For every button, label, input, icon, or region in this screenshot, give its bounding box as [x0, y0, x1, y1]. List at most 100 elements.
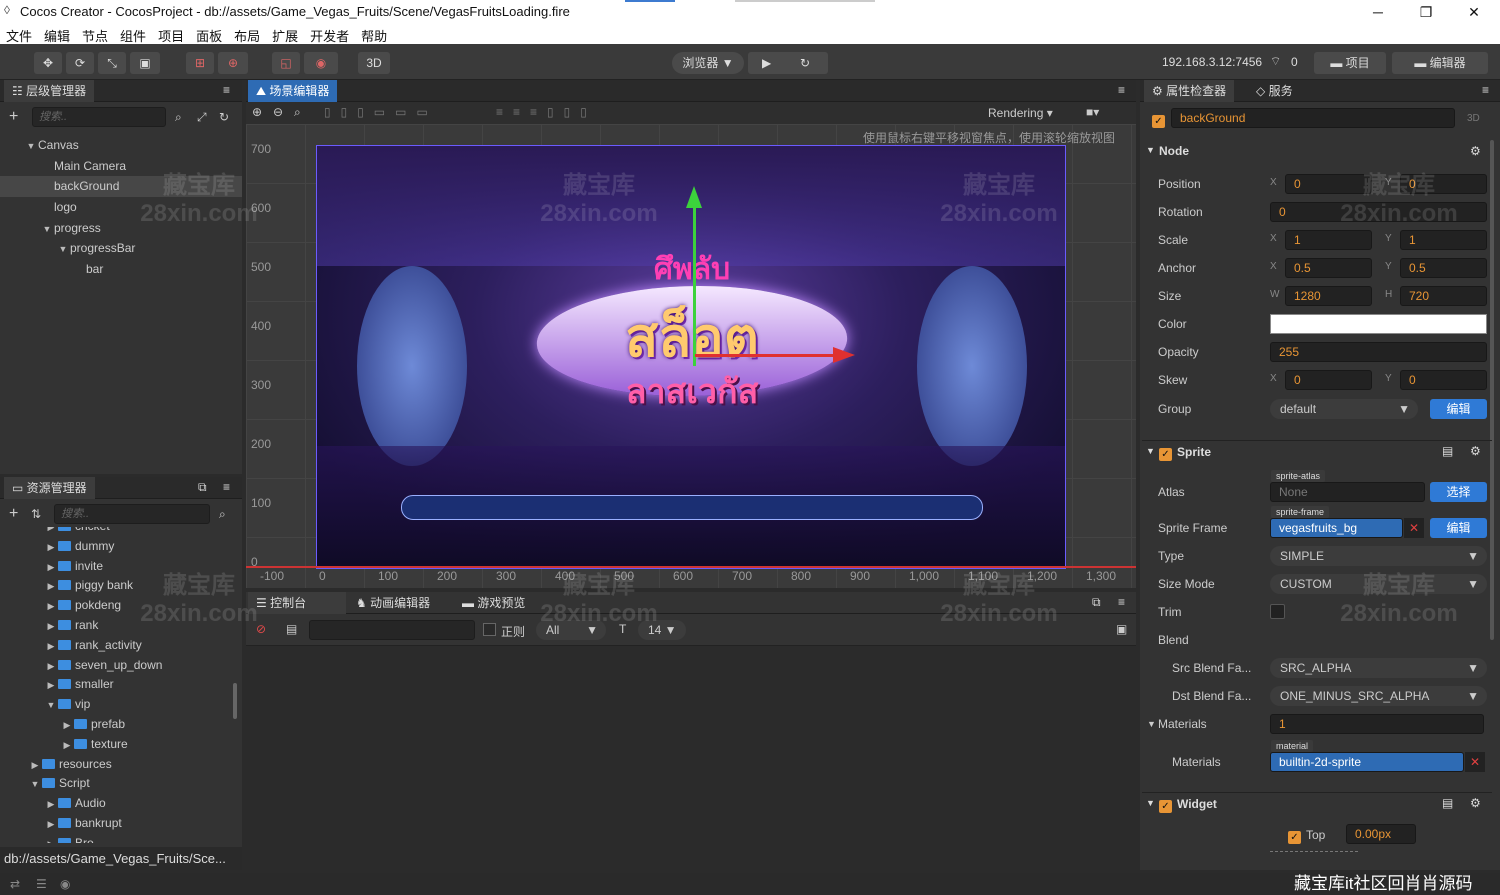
expand-arrow-icon[interactable]: ▶	[44, 657, 58, 677]
rendering-select[interactable]: Rendering ▾	[988, 106, 1053, 120]
asset-folder[interactable]: ▶ rank_activity	[0, 636, 242, 656]
expand-arrow-icon[interactable]: ▶	[44, 538, 58, 558]
expand-arrow-icon[interactable]: ▶	[44, 676, 58, 696]
hierarchy-search-input[interactable]: 搜索..	[32, 107, 166, 127]
skew-y-input[interactable]: 0	[1400, 370, 1487, 390]
assets-scrollbar[interactable]	[233, 683, 237, 719]
opacity-input[interactable]: 255	[1270, 342, 1487, 362]
move-tool-icon[interactable]: ✥	[34, 52, 62, 74]
progress-bar[interactable]	[401, 495, 983, 520]
doc-icon[interactable]: ▤	[1442, 444, 1453, 458]
asset-folder[interactable]: ▼ vip	[0, 695, 242, 715]
eye-icon[interactable]: ◉	[60, 877, 70, 891]
widget-top-input[interactable]: 0.00px	[1346, 824, 1416, 844]
camera-icon[interactable]: ■▾	[1086, 105, 1099, 119]
local-toggle-icon[interactable]: ⊕	[218, 52, 248, 74]
atlas-input[interactable]: None	[1270, 482, 1425, 502]
expand-arrow-icon[interactable]: ▼	[56, 239, 70, 260]
asset-folder[interactable]: ▶ dummy	[0, 537, 242, 557]
log-file-icon[interactable]: ▤	[286, 622, 297, 636]
expand-arrow-icon[interactable]: ▶	[44, 597, 58, 617]
search-icon[interactable]: ⌕	[219, 507, 226, 522]
expand-arrow-icon[interactable]: ▶	[44, 577, 58, 597]
asset-folder[interactable]: ▶ texture	[0, 735, 242, 755]
type-select[interactable]: SIMPLE ▼	[1270, 546, 1487, 566]
panel-menu-icon[interactable]: ≡	[223, 480, 230, 494]
sort-icon[interactable]: ⇅	[31, 507, 41, 521]
asset-folder[interactable]: ▶ smaller	[0, 675, 242, 695]
gear-icon[interactable]: ⚙	[1470, 144, 1481, 158]
close-icon[interactable]: ✕	[1454, 2, 1494, 22]
panel-menu-icon[interactable]: ≡	[223, 83, 230, 97]
tab-assets[interactable]: ▭ 资源管理器	[4, 477, 95, 499]
expand-arrow-icon[interactable]: ▼	[28, 775, 42, 795]
panel-menu-icon[interactable]: ≡	[1482, 83, 1489, 97]
asset-folder[interactable]: ▶ Bro...	[0, 834, 242, 843]
regex-checkbox[interactable]	[483, 623, 496, 636]
tab-animation[interactable]: ♞ 动画编辑器	[348, 592, 438, 614]
widget-section-header[interactable]: ▼ ✓ Widget ▤ ⚙	[1142, 792, 1492, 816]
assets-search-input[interactable]: 搜索..	[54, 504, 210, 524]
expand-arrow-icon[interactable]: ▼	[40, 219, 54, 240]
menu-help[interactable]: 帮助	[355, 24, 393, 45]
size-w-input[interactable]: 1280	[1285, 286, 1372, 306]
src-blend-select[interactable]: SRC_ALPHA ▼	[1270, 658, 1487, 678]
add-asset-icon[interactable]: +	[9, 505, 18, 523]
sprite-frame-edit-button[interactable]: 编辑	[1430, 518, 1487, 538]
sprite-section-header[interactable]: ▼ ✓ Sprite ▤ ⚙	[1142, 440, 1492, 464]
popout-icon[interactable]: ⧉	[198, 480, 207, 495]
node-name-input[interactable]: backGround	[1171, 108, 1455, 128]
asset-folder[interactable]: ▶ seven_up_down	[0, 656, 242, 676]
collapse-icon[interactable]: ▣	[1116, 622, 1127, 636]
clear-frame-icon[interactable]: ✕	[1404, 518, 1424, 538]
browser-select[interactable]: 浏览器 ▼	[672, 52, 744, 74]
material-input[interactable]: builtin-2d-sprite	[1270, 752, 1464, 772]
rotate-tool-icon[interactable]: ⟳	[66, 52, 94, 74]
minimize-icon[interactable]: ─	[1358, 2, 1398, 22]
tab-hierarchy[interactable]: ☷ 层级管理器	[4, 80, 95, 102]
expand-arrow-icon[interactable]: ▶	[44, 637, 58, 657]
materials-count-input[interactable]: 1	[1270, 714, 1484, 734]
expand-arrow-icon[interactable]: ▶	[28, 756, 42, 776]
menu-developer[interactable]: 开发者	[304, 24, 355, 45]
dst-blend-select[interactable]: ONE_MINUS_SRC_ALPHA ▼	[1270, 686, 1487, 706]
menu-panel[interactable]: 面板	[190, 24, 228, 45]
add-node-icon[interactable]: +	[9, 108, 18, 126]
game-logo[interactable]: ศึพลับ สล็อต ลาสเวกัส	[527, 246, 857, 426]
panel-menu-icon[interactable]: ≡	[1118, 83, 1125, 97]
menu-edit[interactable]: 编辑	[38, 24, 76, 45]
menu-file[interactable]: 文件	[0, 24, 38, 45]
expand-arrow-icon[interactable]: ▶	[44, 835, 58, 843]
mode-3d-button[interactable]: 3D	[358, 52, 390, 74]
play-icon[interactable]: ▶	[762, 52, 771, 74]
asset-folder[interactable]: ▶ prefab	[0, 715, 242, 735]
align-tools-icon[interactable]: ▯▯▯▭▭▭	[324, 105, 438, 119]
asset-folder[interactable]: ▼ Script	[0, 774, 242, 794]
zoom-out-icon[interactable]: ⊖	[273, 105, 283, 119]
tab-console[interactable]: ☰ 控制台	[248, 592, 346, 614]
hierarchy-node[interactable]: ▼ Canvas	[0, 135, 242, 156]
expand-arrow-icon[interactable]: ▶	[60, 716, 74, 736]
sprite-frame-input[interactable]: vegasfruits_bg	[1270, 518, 1403, 538]
console-log-area[interactable]	[246, 647, 1136, 870]
rect-tool-icon[interactable]: ▣	[130, 52, 160, 74]
tab-game-preview[interactable]: ▬ 游戏预览	[454, 592, 533, 614]
expand-arrow-icon[interactable]: ▶	[60, 736, 74, 756]
expand-arrow-icon[interactable]: ▶	[44, 558, 58, 578]
trim-checkbox[interactable]	[1270, 604, 1285, 619]
scale-y-input[interactable]: 1	[1400, 230, 1487, 250]
asset-folder[interactable]: ▶ resources	[0, 755, 242, 775]
color-swatch[interactable]	[1270, 314, 1487, 334]
skew-x-input[interactable]: 0	[1285, 370, 1372, 390]
game-view-icon[interactable]: ◱	[272, 52, 300, 74]
group-edit-button[interactable]: 编辑	[1430, 399, 1487, 419]
gizmo-y-arrow-icon[interactable]	[686, 186, 702, 208]
size-h-input[interactable]: 720	[1400, 286, 1487, 306]
inspector-scrollbar[interactable]	[1490, 140, 1494, 640]
gizmo-x-axis[interactable]	[695, 354, 835, 357]
refresh-icon[interactable]: ↻	[800, 52, 810, 74]
node-section-header[interactable]: ▼ Node ⚙	[1142, 141, 1492, 165]
widget-top-checkbox[interactable]: ✓	[1288, 827, 1301, 844]
expand-arrow-icon[interactable]: ▼	[44, 696, 58, 716]
expand-arrow-icon[interactable]: ▼	[24, 136, 38, 157]
